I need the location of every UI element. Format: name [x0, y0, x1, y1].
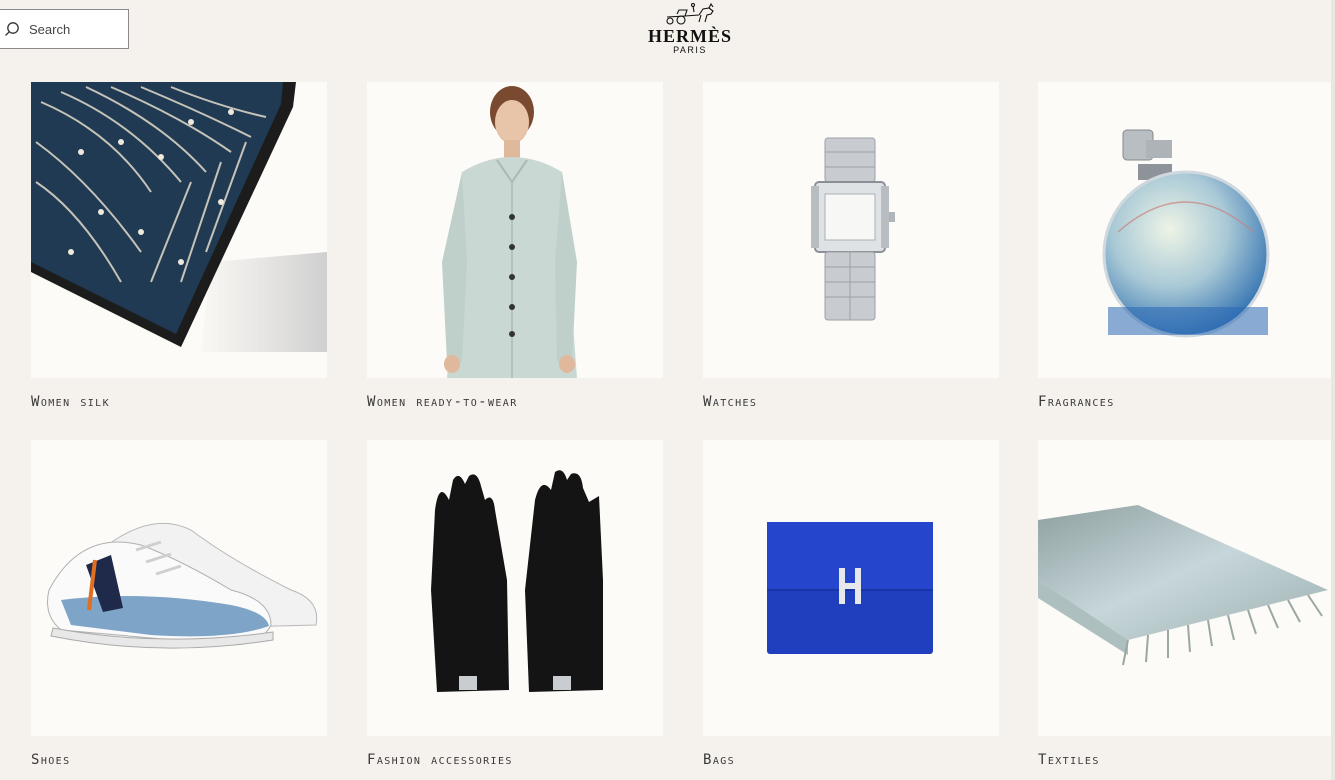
category-label[interactable]: Fashion accessories: [367, 752, 513, 768]
category-label[interactable]: Women ready-to-wear: [367, 394, 518, 410]
category-card-watches[interactable]: Watches: [703, 82, 999, 410]
category-card-women-silk[interactable]: Women silk: [31, 82, 327, 410]
category-label[interactable]: Textiles: [1038, 752, 1100, 768]
blanket-image[interactable]: [1038, 440, 1334, 736]
site-header: HERMÈS PARIS: [0, 0, 1335, 68]
category-label[interactable]: Women silk: [31, 394, 110, 410]
category-card-textiles[interactable]: Textiles: [1038, 440, 1334, 768]
category-card-bags[interactable]: Bags: [703, 440, 999, 768]
scrollbar[interactable]: [1331, 0, 1335, 780]
category-card-shoes[interactable]: Shoes: [31, 440, 327, 768]
brand-logo[interactable]: HERMÈS PARIS: [640, 2, 740, 58]
cardigan-model-image[interactable]: [367, 82, 663, 378]
watch-image[interactable]: [703, 82, 999, 378]
search-box[interactable]: [0, 9, 129, 49]
category-label[interactable]: Shoes: [31, 752, 71, 768]
sneakers-image[interactable]: [31, 440, 327, 736]
carriage-logo-icon: [666, 2, 714, 25]
category-card-fashion-accessories[interactable]: Fashion accessories: [367, 440, 663, 768]
category-card-women-ready-to-wear[interactable]: Women ready-to-wear: [367, 82, 663, 410]
gloves-image[interactable]: [367, 440, 663, 736]
brand-name: HERMÈS: [647, 26, 732, 46]
brand-city: PARIS: [673, 45, 707, 55]
wallet-image[interactable]: [703, 440, 999, 736]
search-input[interactable]: [29, 21, 119, 37]
category-label[interactable]: Bags: [703, 752, 735, 768]
search-icon[interactable]: [3, 20, 21, 38]
category-label[interactable]: Fragrances: [1038, 394, 1115, 410]
silk-scarf-image[interactable]: [31, 82, 327, 378]
category-label[interactable]: Watches: [703, 394, 757, 410]
category-card-fragrances[interactable]: Fragrances: [1038, 82, 1334, 410]
perfume-bottle-image[interactable]: [1038, 82, 1334, 378]
